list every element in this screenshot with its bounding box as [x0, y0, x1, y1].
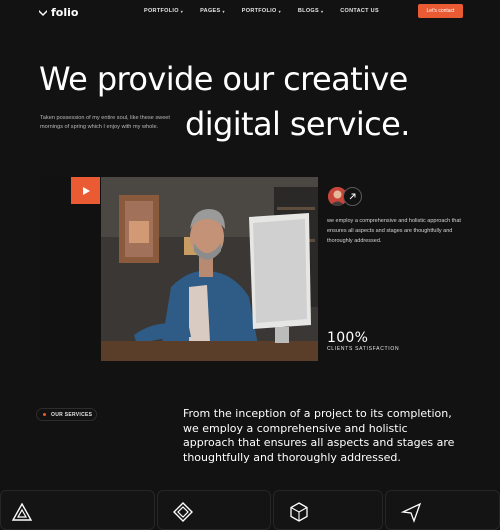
play-icon — [82, 186, 90, 195]
services-pill[interactable]: OUR SERVICES — [36, 408, 97, 421]
nav-item-pages[interactable]: PAGES ▾ — [200, 8, 225, 14]
nav-item-contact[interactable]: CONTACT US — [340, 8, 379, 14]
nav-item-blogs[interactable]: BLOGS ▾ — [298, 8, 323, 14]
hero-subtitle: Taken possession of my entire soul, like… — [40, 115, 170, 130]
triangle-icon — [11, 502, 33, 521]
arrow-up-right-icon — [349, 193, 356, 200]
hero-title-line-2: digital service. — [185, 105, 410, 143]
play-video-button[interactable] — [71, 177, 100, 204]
nav-item-portfolio[interactable]: PORTFOLIO ▾ — [144, 8, 183, 14]
approach-description: we employ a comprehensive and holistic a… — [327, 218, 461, 244]
nav-item-label: PORTFOLIO — [241, 8, 277, 14]
hero-photo — [39, 177, 318, 361]
nav-item-label: PAGES — [200, 8, 221, 14]
arrow-link-button[interactable] — [343, 187, 362, 206]
service-card[interactable] — [157, 490, 271, 530]
services-description: From the inception of a project to its c… — [183, 407, 455, 464]
cube-icon — [290, 502, 308, 522]
service-card[interactable] — [273, 490, 383, 530]
stat-label: CLIENTS SATISFACTION — [327, 346, 400, 352]
contact-button[interactable]: Let's contact — [418, 4, 463, 18]
diamond-icon — [173, 502, 193, 522]
chevron-down-icon: ▾ — [278, 8, 281, 14]
logo[interactable]: folio — [38, 6, 78, 19]
logo-text: folio — [51, 6, 79, 19]
service-card[interactable] — [385, 490, 500, 530]
send-icon — [400, 502, 422, 523]
main-nav: PORTFOLIO ▾ PAGES ▾ PORTFOLIO ▾ BLOGS ▾ … — [144, 8, 396, 14]
photo-illustration — [39, 177, 318, 361]
hero-title-line-1: We provide our creative — [39, 60, 408, 98]
chevron-down-icon: ▾ — [320, 8, 324, 14]
service-card[interactable] — [0, 490, 155, 530]
stat-value: 100% — [327, 330, 369, 346]
chevron-down-icon: ▾ — [222, 8, 225, 14]
chevron-down-icon: ▾ — [180, 8, 184, 14]
nav-item-label: PORTFOLIO — [144, 8, 179, 14]
logo-icon — [39, 9, 47, 16]
nav-item-label: BLOGS — [297, 8, 319, 14]
nav-item-label: CONTACT US — [340, 8, 379, 14]
bullet-dot-icon — [43, 413, 46, 416]
services-pill-label: OUR SERVICES — [51, 411, 93, 418]
nav-item-portfolio-2[interactable]: PORTFOLIO ▾ — [242, 8, 281, 14]
